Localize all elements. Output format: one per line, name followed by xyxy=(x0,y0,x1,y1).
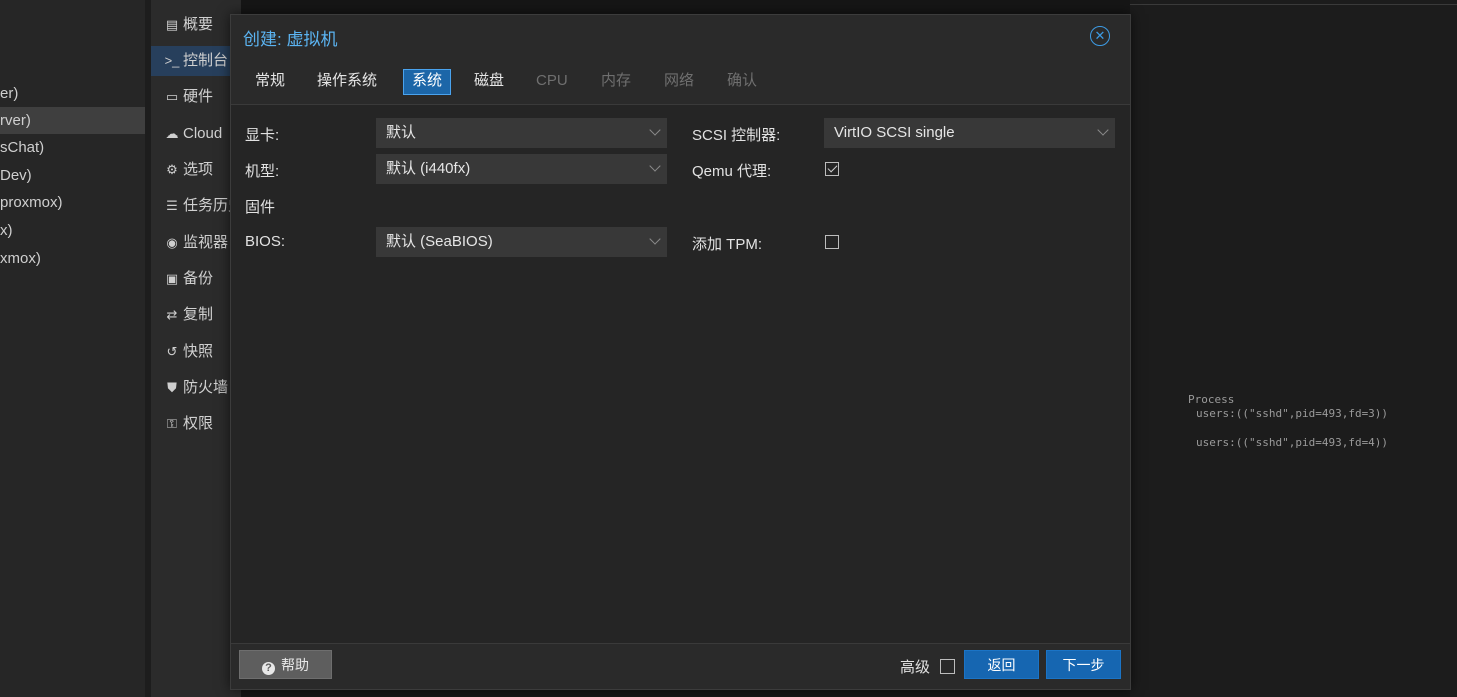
chevron-down-icon xyxy=(649,124,661,136)
add-tpm-checkbox[interactable] xyxy=(825,235,839,249)
nav-item-cloud[interactable]: ☁ Cloud xyxy=(151,119,241,149)
advanced-label: 高级 xyxy=(900,659,931,676)
tab-system[interactable]: 系统 xyxy=(403,69,452,95)
bios-label: BIOS: xyxy=(245,233,286,250)
chevron-down-icon xyxy=(649,160,661,172)
tree-item-label: er) xyxy=(0,85,19,102)
tree-item[interactable]: x) xyxy=(0,217,145,244)
graphics-label: 显卡: xyxy=(245,127,280,144)
terminal-icon: >_ xyxy=(164,53,180,68)
tree-item[interactable]: er) xyxy=(0,80,145,107)
nav-item-console[interactable]: >_ 控制台 xyxy=(151,46,241,76)
firmware-heading: 固件 xyxy=(245,199,276,216)
tree-item-selected[interactable]: rver) xyxy=(0,107,145,134)
nav-item-snapshots[interactable]: ↺ 快照 xyxy=(151,337,241,367)
nav-label: 硬件 xyxy=(183,88,214,105)
bios-value: 默认 (SeaBIOS) xyxy=(386,233,493,250)
unlock-icon: ⚿ xyxy=(167,416,177,431)
history-icon: ↺ xyxy=(166,344,178,359)
gear-icon: ⚙ xyxy=(166,162,178,177)
tab-cpu: CPU xyxy=(536,72,568,89)
close-icon[interactable]: ✕ xyxy=(1090,26,1110,46)
nav-label: 控制台 xyxy=(183,52,229,69)
nav-label: 防火墙 xyxy=(183,379,229,396)
tree-item-label: Dev) xyxy=(0,167,32,184)
monitor-icon: ▭ xyxy=(165,89,179,104)
resource-tree: er) rver) sChat) Dev) proxmox) x) xmox) xyxy=(0,0,145,697)
advanced-checkbox[interactable] xyxy=(940,659,955,674)
nav-item-options[interactable]: ⚙ 选项 xyxy=(151,155,241,185)
divider xyxy=(1130,4,1457,5)
retweet-icon: ⇄ xyxy=(166,307,178,322)
chevron-down-icon xyxy=(649,233,661,245)
question-circle-icon: ? xyxy=(262,662,275,675)
tree-item-label: sChat) xyxy=(0,139,45,156)
scsi-controller-value: VirtIO SCSI single xyxy=(834,124,955,141)
nav-label: Cloud xyxy=(183,125,223,142)
tab-general[interactable]: 常规 xyxy=(247,69,293,93)
add-tpm-label: 添加 TPM: xyxy=(692,236,762,253)
dialog-footer: ? 帮助 高级 返回 下一步 xyxy=(231,643,1130,689)
nav-item-monitor[interactable]: ◉ 监视器 xyxy=(151,228,241,258)
tree-item[interactable]: Dev) xyxy=(0,162,145,189)
qemu-agent-label: Qemu 代理: xyxy=(692,163,772,180)
nav-item-permissions[interactable]: ⚿ 权限 xyxy=(151,409,241,439)
nav-item-firewall[interactable]: ⛊ 防火墙 xyxy=(151,373,241,403)
console-output: Process users:(("sshd",pid=493,fd=3)) us… xyxy=(1130,0,1457,697)
list-icon: ☰ xyxy=(166,198,178,213)
tree-item-label: rver) xyxy=(0,112,31,129)
system-form: 显卡: 默认 机型: 默认 (i440fx) 固件 BIOS: 默认 (SeaB… xyxy=(231,104,1130,644)
scsi-controller-label: SCSI 控制器: xyxy=(692,127,781,144)
tab-os[interactable]: 操作系统 xyxy=(309,69,385,93)
nav-label: 监视器 xyxy=(183,234,229,251)
nav-label: 备份 xyxy=(183,270,214,287)
machine-value: 默认 (i440fx) xyxy=(386,160,471,177)
nav-label: 快照 xyxy=(183,343,214,360)
next-button[interactable]: 下一步 xyxy=(1046,650,1121,679)
floppy-icon: ▣ xyxy=(165,271,179,286)
console-line: users:(("sshd",pid=493,fd=3)) xyxy=(1196,407,1389,420)
tab-network: 网络 xyxy=(664,72,695,89)
eye-icon: ◉ xyxy=(166,235,178,250)
tree-item[interactable]: sChat) xyxy=(0,134,145,161)
bios-select[interactable]: 默认 (SeaBIOS) xyxy=(376,227,667,257)
scsi-controller-select[interactable]: VirtIO SCSI single xyxy=(824,118,1115,148)
nav-item-task-history[interactable]: ☰ 任务历史 xyxy=(151,191,241,221)
tab-disks[interactable]: 磁盘 xyxy=(466,69,512,93)
tree-item[interactable]: xmox) xyxy=(0,245,145,272)
graphics-select[interactable]: 默认 xyxy=(376,118,667,148)
nav-label: 复制 xyxy=(183,306,214,323)
vm-navigation: ▤ 概要 >_ 控制台 ▭ 硬件 ☁ Cloud ⚙ 选项 ☰ 任务历史 ◉ 监视器 ▣ 备份 … xyxy=(151,0,241,697)
shield-icon: ⛊ xyxy=(167,380,177,395)
dialog-title: 创建: 虚拟机 xyxy=(243,30,338,49)
create-vm-dialog: 创建: 虚拟机 ✕ 常规 操作系统 系统 磁盘 CPU 内存 网络 确认 显卡:… xyxy=(230,14,1131,690)
machine-select[interactable]: 默认 (i440fx) xyxy=(376,154,667,184)
back-button[interactable]: 返回 xyxy=(964,650,1039,679)
nav-item-backup[interactable]: ▣ 备份 xyxy=(151,264,241,294)
console-line: users:(("sshd",pid=493,fd=4)) xyxy=(1196,436,1389,449)
nav-label: 选项 xyxy=(183,161,214,178)
help-button[interactable]: ? 帮助 xyxy=(239,650,332,679)
help-button-label: 帮助 xyxy=(281,657,309,673)
nav-item-summary[interactable]: ▤ 概要 xyxy=(151,10,241,40)
nav-label: 概要 xyxy=(183,16,214,33)
console-line: Process xyxy=(1188,393,1235,406)
nav-item-hardware[interactable]: ▭ 硬件 xyxy=(151,82,241,112)
tab-confirm: 确认 xyxy=(727,72,758,89)
nav-item-replication[interactable]: ⇄ 复制 xyxy=(151,300,241,330)
book-icon: ▤ xyxy=(165,17,179,32)
tab-memory: 内存 xyxy=(601,72,632,89)
tree-item[interactable]: proxmox) xyxy=(0,189,145,216)
machine-label: 机型: xyxy=(245,163,280,180)
wizard-tabs: 常规 操作系统 系统 磁盘 CPU 内存 网络 确认 xyxy=(231,67,1130,103)
tree-item-label: xmox) xyxy=(0,250,41,267)
cloud-icon: ☁ xyxy=(165,126,179,141)
tree-item-label: x) xyxy=(0,222,13,239)
tree-item-label: proxmox) xyxy=(0,194,63,211)
nav-label: 权限 xyxy=(183,415,214,432)
qemu-agent-checkbox[interactable] xyxy=(825,162,839,176)
chevron-down-icon xyxy=(1097,124,1109,136)
graphics-value: 默认 xyxy=(386,124,417,141)
checkmark-icon xyxy=(827,162,838,173)
